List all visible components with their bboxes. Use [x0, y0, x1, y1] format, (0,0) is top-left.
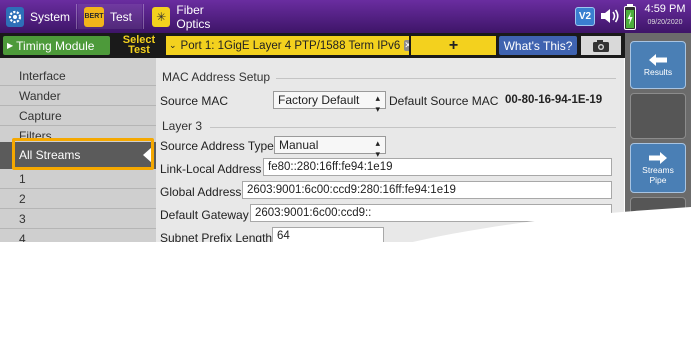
select-caret-icon: ▴ ▾	[375, 138, 380, 159]
camera-icon	[593, 39, 609, 52]
default-source-mac-value: 00-80-16-94-1E-19	[505, 94, 603, 106]
fiber-optics-tab[interactable]: ✳ Fiber Optics	[146, 2, 242, 31]
nav-item-all-streams[interactable]: All Streams	[0, 142, 156, 169]
source-mac-select-value: Factory Default	[278, 93, 360, 107]
source-address-type-label: Source Address Type	[160, 139, 274, 153]
source-address-type-select[interactable]: Manual ▴ ▾	[274, 136, 386, 159]
system-tab[interactable]: System	[0, 4, 76, 29]
version-badge[interactable]: V2	[575, 7, 595, 26]
test-toolbar: ▶ Timing Module Select Test ⌄ Port 1: 1G…	[0, 33, 625, 58]
divider	[210, 127, 616, 128]
fiber-optics-tab-label: Fiber Optics	[176, 2, 211, 31]
subnet-prefix-length-label: Subnet Prefix Length	[160, 231, 273, 242]
select-caret-icon: ▴ ▾	[375, 93, 380, 114]
port-test-dropdown[interactable]: ⌄ Port 1: 1GigE Layer 4 PTP/1588 Term IP…	[166, 36, 409, 55]
add-test-button[interactable]: +	[411, 36, 496, 55]
nav-item-wander[interactable]: Wander	[0, 86, 156, 106]
port-test-label: Port 1: 1GigE Layer 4 PTP/1588 Term IPv6	[180, 39, 401, 52]
divider	[143, 4, 144, 29]
streams-pipe-label-line2: Pipe	[649, 174, 667, 185]
gear-icon	[6, 6, 24, 27]
source-mac-select[interactable]: Factory Default ▴ ▾	[273, 91, 386, 114]
layer3-section-title: Layer 3	[162, 119, 203, 133]
streams-pipe-label-line1: Streams	[642, 164, 674, 175]
select-test-label-line2: Test	[128, 44, 150, 56]
divider	[276, 78, 616, 79]
clock: 4:59 PM 09/20/2020	[640, 3, 690, 29]
test-tab[interactable]: BERT Test	[78, 4, 142, 29]
timing-module-label: Timing Module	[16, 38, 95, 53]
default-source-mac-label: Default Source MAC	[389, 94, 499, 108]
global-address-field[interactable]	[242, 181, 612, 199]
results-button[interactable]: Results	[630, 41, 686, 89]
nav-item-all-streams-label: All Streams	[19, 148, 81, 162]
test-tab-label: Test	[110, 9, 133, 24]
nav-item-interface[interactable]: Interface	[0, 66, 156, 86]
global-address-label: Global Address	[160, 185, 242, 199]
left-navigation: Interface Wander Capture Filters All Str…	[0, 58, 156, 242]
speaker-icon[interactable]	[599, 7, 621, 25]
source-address-type-value: Manual	[279, 138, 319, 152]
empty-soft-key-1[interactable]	[630, 93, 686, 139]
source-mac-label: Source MAC	[160, 94, 229, 108]
main-panel: MAC Address Setup Source MAC Factory Def…	[156, 58, 624, 242]
fiber-optics-icon: ✳	[152, 6, 171, 27]
timing-module-button[interactable]: ▶ Timing Module	[3, 36, 110, 55]
streams-pipe-button[interactable]: Streams Pipe	[630, 143, 686, 193]
select-test-button[interactable]: Select Test	[114, 35, 164, 56]
selected-arrow-icon	[143, 147, 152, 163]
close-icon[interactable]: ✕	[404, 40, 409, 51]
nav-item-capture[interactable]: Capture	[0, 106, 156, 126]
nav-item-stream-4[interactable]: 4	[0, 229, 156, 242]
link-local-address-field[interactable]	[263, 158, 612, 176]
link-local-address-label: Link-Local Address	[160, 162, 262, 176]
system-tab-label: System	[29, 9, 70, 24]
divider	[76, 4, 77, 29]
battery-icon	[624, 4, 636, 30]
nav-item-stream-3[interactable]: 3	[0, 209, 156, 229]
arrow-right-icon	[649, 151, 667, 164]
results-button-label: Results	[643, 66, 673, 77]
nav-item-stream-2[interactable]: 2	[0, 189, 156, 209]
triangle-right-icon: ▶	[7, 41, 14, 50]
mac-section-title: MAC Address Setup	[162, 70, 271, 84]
nav-item-stream-1[interactable]: 1	[0, 169, 156, 189]
default-gateway-label: Default Gateway	[160, 208, 249, 222]
clock-time: 4:59 PM	[644, 3, 686, 15]
subnet-prefix-length-field[interactable]	[272, 227, 384, 242]
chevron-down-icon: ⌄	[169, 40, 177, 50]
whats-this-button[interactable]: What's This?	[499, 36, 577, 55]
arrow-left-icon	[649, 53, 667, 66]
clock-date: 09/20/2020	[647, 19, 683, 26]
screenshot-button[interactable]	[581, 36, 621, 55]
top-bar: System BERT Test ✳ Fiber Optics V2 4:59 …	[0, 0, 691, 33]
bert-icon: BERT	[84, 6, 104, 27]
